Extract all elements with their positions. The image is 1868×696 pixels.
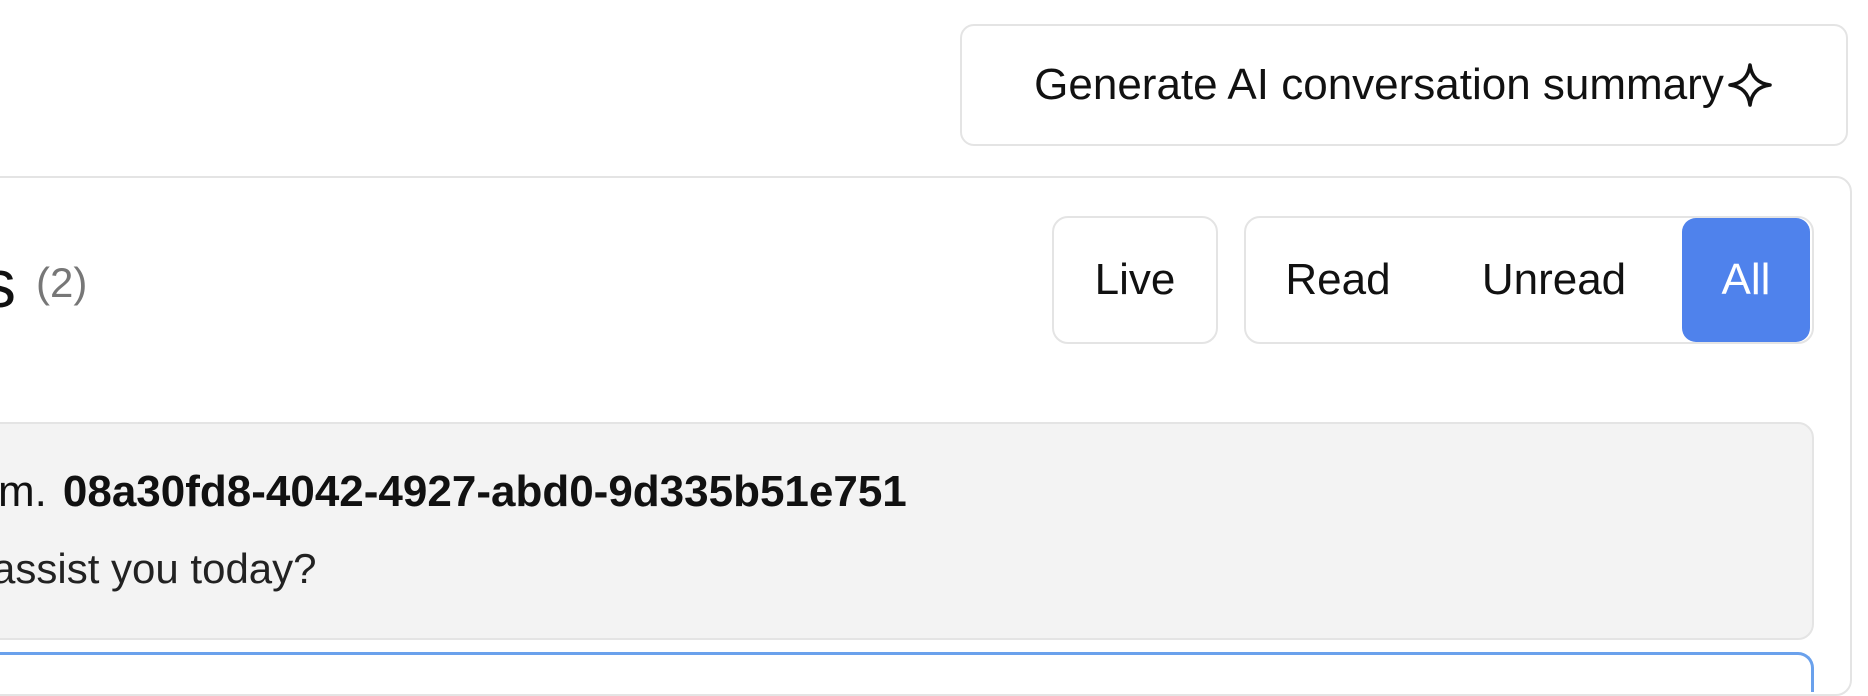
filter-all-tab[interactable]: All xyxy=(1682,218,1810,342)
filter-read-label: Read xyxy=(1285,255,1391,304)
message-text: assist you today? xyxy=(0,545,317,592)
read-status-filter: Read Unread All xyxy=(1244,216,1814,344)
sparkle-icon xyxy=(1728,63,1772,107)
summary-button-label: Generate AI conversation summary xyxy=(1034,60,1724,109)
section-count: (2) xyxy=(36,259,88,306)
message-item[interactable] xyxy=(0,422,1814,640)
generate-ai-summary-button[interactable]: Generate AI conversation summary xyxy=(960,24,1848,146)
live-filter-label: Live xyxy=(1094,255,1176,304)
message-prefix: m. xyxy=(0,467,47,516)
filter-all-label: All xyxy=(1721,255,1771,304)
message-header: m. 08a30fd8-4042-4927-abd0-9d335b51e751 xyxy=(0,470,907,514)
message-item-next[interactable] xyxy=(0,652,1814,692)
filter-unread-label: Unread xyxy=(1481,255,1627,304)
message-id: 08a30fd8-4042-4927-abd0-9d335b51e751 xyxy=(62,467,907,516)
filter-unread-tab[interactable]: Unread xyxy=(1430,218,1678,342)
live-filter-button[interactable]: Live xyxy=(1052,216,1218,344)
filter-read-tab[interactable]: Read xyxy=(1246,218,1430,342)
section-title: s xyxy=(0,250,16,318)
